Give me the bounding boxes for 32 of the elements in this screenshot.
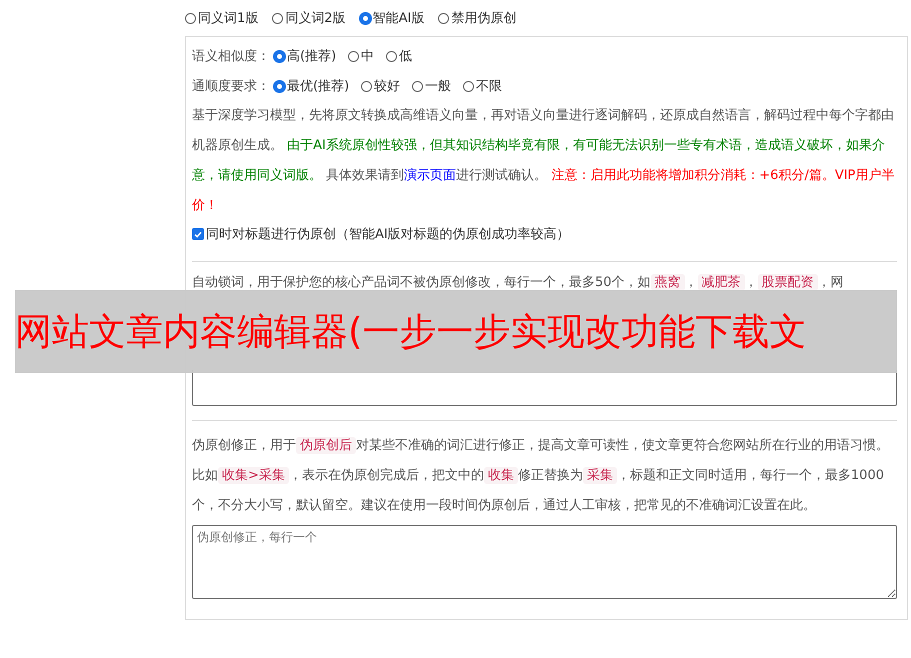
mode-radio[interactable]: 禁用伪原创 xyxy=(438,9,516,27)
fluency-label: 通顺度要求： xyxy=(192,78,270,95)
radio-icon[interactable] xyxy=(185,12,196,24)
radio-icon[interactable] xyxy=(272,12,284,24)
mode-radio[interactable]: 同义词2版 xyxy=(272,9,346,27)
title-checkbox[interactable]: 同时对标题进行伪原创（智能AI版对标题的伪原创成功率较高） xyxy=(192,221,897,247)
fluency-radio[interactable]: 较好 xyxy=(361,77,400,95)
radio-icon[interactable] xyxy=(361,80,372,92)
radio-icon[interactable] xyxy=(274,80,285,92)
mode-radio[interactable]: 智能AI版 xyxy=(360,9,424,27)
radio-icon[interactable] xyxy=(412,80,424,92)
radio-icon[interactable] xyxy=(274,50,285,62)
title-banner: 网站文章内容编辑器(一步一步实现改功能下载文 xyxy=(15,290,897,373)
similarity-radio[interactable]: 中 xyxy=(348,47,374,65)
fluency-radio[interactable]: 最优(推荐) xyxy=(274,77,350,95)
demo-link[interactable]: 演示页面 xyxy=(404,168,456,183)
lock-words-description: 自动锁词，用于保护您的核心产品词不被伪原创修改，每行一个，最多50个，如 燕窝 ， 减肥茶 ， 股票配资 ，网 xyxy=(192,273,845,293)
fluency-radio[interactable]: 不限 xyxy=(463,77,502,95)
similarity-radio[interactable]: 低 xyxy=(386,47,412,65)
radio-icon[interactable] xyxy=(360,12,371,24)
fluency-radio[interactable]: 一般 xyxy=(412,77,452,95)
radio-icon[interactable] xyxy=(463,80,474,92)
radio-icon[interactable] xyxy=(438,12,450,24)
checkbox-icon[interactable] xyxy=(192,228,204,240)
radio-icon[interactable] xyxy=(348,50,360,62)
similarity-radio[interactable]: 高(推荐) xyxy=(274,47,336,65)
similarity-label: 语义相似度： xyxy=(192,48,270,65)
correction-textarea[interactable]: 伪原创修正，每行一个 xyxy=(192,525,897,599)
correction-description: 伪原创修正，用于 伪原创后 对某些不准确的词汇进行修正，提高文章可读性，使文章更符合您网站所在行业的用语习惯。比如 收集>采集 ，表示在伪原创完成后，把文中的 收集 修正替换为 采集 ，标题和正文同时适用，每行一个，最多1000个，不分大小写，默认留空。建议在使用一段时间伪原创后，通过人工审核，把常见的不准确词汇设置在此。 xyxy=(192,436,890,515)
mode-radio[interactable]: 同义词1版 xyxy=(185,9,258,27)
radio-icon[interactable] xyxy=(386,50,398,62)
ai-description-paragraph: 基于深度学习模型，先将原文转换成高维语义向量，再对语义向量进行逐词解码，还原成自然语言，解码过程中每个字都由机器原创生成。 由于AI系统原创性较强，但其知识结构毕竟有限，有可能无法识别一些专有术语，造成语义破坏，如果介意，请使用同义词版。 具体效果请到演示页面进行测试确认。 注意：启用此功能将增加积分消耗：+6积分/篇。VIP用户半价！ xyxy=(192,107,896,215)
